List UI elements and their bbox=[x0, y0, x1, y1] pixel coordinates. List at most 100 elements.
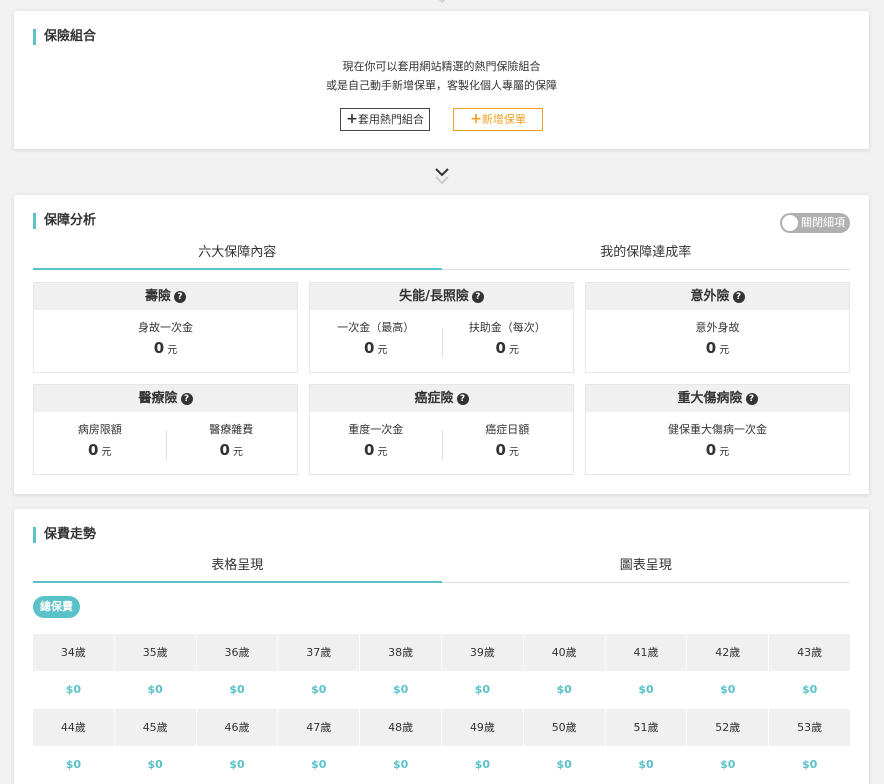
box-title-text: 壽險 bbox=[144, 289, 171, 304]
tab-chart-view[interactable]: 圖表呈現 bbox=[442, 553, 851, 582]
age-cell: 48歲 bbox=[360, 709, 441, 746]
premium-value: $0 bbox=[801, 683, 818, 696]
box-title: 意外險? bbox=[586, 283, 849, 310]
metric-value: 0 bbox=[364, 441, 375, 459]
metric: 健保重大傷病一次金 0元 bbox=[586, 412, 849, 474]
age-cell: 52歲 bbox=[687, 709, 769, 746]
metric-value: 0 bbox=[364, 339, 375, 357]
box-title-text: 失能/長照險 bbox=[399, 289, 469, 304]
premium-value: $0 bbox=[392, 683, 409, 696]
age-cell: 35歲 bbox=[114, 634, 196, 671]
metric-label: 身故一次金 bbox=[138, 321, 193, 334]
add-policy-label: 新增保單 bbox=[481, 113, 526, 126]
disability-insurance-box: 失能/長照險? 一次金（最高） 0元 扶助金（每次） 0元 bbox=[309, 282, 574, 373]
premium-value: $0 bbox=[720, 683, 736, 696]
metric-unit: 元 bbox=[377, 345, 388, 356]
age-cell: 49歲 bbox=[442, 709, 523, 746]
metric: 重度一次金 0元 bbox=[310, 412, 442, 474]
question-icon[interactable]: ? bbox=[471, 290, 484, 303]
metric-value: 0 bbox=[705, 339, 717, 357]
metric: 一次金（最高） 0元 bbox=[310, 310, 442, 372]
plus-icon: + bbox=[346, 111, 358, 127]
question-icon[interactable]: ? bbox=[456, 392, 469, 405]
premium-value: $0 bbox=[65, 683, 82, 696]
premium-value: $0 bbox=[311, 683, 327, 696]
question-icon[interactable]: ? bbox=[174, 290, 186, 303]
metric-label: 重度一次金 bbox=[348, 423, 404, 436]
intro-line-1: 現在你可以套用網站精選的熱門保險組合 bbox=[342, 60, 541, 73]
metric-value: 0 bbox=[153, 339, 165, 357]
box-title: 癌症險? bbox=[310, 385, 573, 412]
premium-value: $0 bbox=[147, 683, 163, 696]
analysis-title: 保障分析 bbox=[33, 213, 96, 229]
age-cell: 47歲 bbox=[278, 709, 360, 746]
metric: 癌症日額 0元 bbox=[441, 412, 574, 474]
metric-unit: 元 bbox=[508, 345, 519, 356]
chevron-down-icon bbox=[438, 0, 446, 4]
metric: 扶助金（每次） 0元 bbox=[441, 310, 574, 372]
metric-value: 0 bbox=[705, 441, 717, 459]
metric: 身故一次金 0元 bbox=[34, 310, 297, 372]
premium-value: $0 bbox=[556, 758, 572, 771]
age-cell: 42歲 bbox=[687, 634, 769, 671]
metric-value: 0 bbox=[495, 339, 506, 357]
accident-insurance-box: 意外險? 意外身故 0元 bbox=[585, 282, 850, 373]
metric: 醫療雜費 0元 bbox=[165, 412, 298, 474]
question-icon[interactable]: ? bbox=[180, 392, 193, 405]
premium-value: $0 bbox=[311, 758, 327, 771]
add-policy-button[interactable]: +新增保單 bbox=[453, 108, 543, 131]
detail-toggle[interactable]: 關閉細項 bbox=[780, 213, 850, 233]
premium-value: $0 bbox=[229, 683, 245, 696]
portfolio-intro: 現在你可以套用網站精選的熱門保險組合 或是自己動手新增保單，客製化個人專屬的保障 bbox=[14, 57, 869, 95]
premium-value: $0 bbox=[474, 758, 491, 771]
question-icon[interactable]: ? bbox=[745, 392, 758, 405]
tab-table-view[interactable]: 表格呈現 bbox=[33, 553, 442, 583]
box-title: 醫療險? bbox=[34, 385, 297, 412]
age-cell: 34歲 bbox=[33, 634, 114, 671]
age-cell: 45歲 bbox=[114, 709, 196, 746]
box-title: 重大傷病險? bbox=[586, 385, 849, 412]
portfolio-card: 保險組合 現在你可以套用網站精選的熱門保險組合 或是自己動手新增保單，客製化個人… bbox=[14, 11, 869, 149]
premium-title: 保費走勢 bbox=[33, 527, 96, 543]
chevron-down-icon bbox=[435, 168, 449, 185]
plus-icon: + bbox=[470, 111, 482, 127]
critical-illness-box: 重大傷病險? 健保重大傷病一次金 0元 bbox=[585, 384, 850, 475]
box-title-text: 意外險 bbox=[690, 289, 730, 304]
age-cell: 46歲 bbox=[196, 709, 278, 746]
total-premium-badge[interactable]: 總保費 bbox=[33, 596, 80, 618]
age-cell: 50歲 bbox=[523, 709, 605, 746]
metric-value: 0 bbox=[219, 441, 230, 459]
box-title: 失能/長照險? bbox=[310, 283, 573, 310]
metric-value: 0 bbox=[88, 441, 99, 459]
intro-line-2: 或是自己動手新增保單，客製化個人專屬的保障 bbox=[326, 79, 557, 92]
tab-coverage-content[interactable]: 六大保障內容 bbox=[33, 240, 442, 270]
metric-unit: 元 bbox=[101, 447, 112, 458]
metric-label: 一次金（最高） bbox=[337, 321, 415, 334]
premium-value: $0 bbox=[556, 683, 572, 696]
box-title-text: 重大傷病險 bbox=[677, 391, 743, 406]
age-cell: 37歲 bbox=[278, 634, 360, 671]
box-title: 壽險? bbox=[34, 283, 297, 310]
age-cell: 51歲 bbox=[605, 709, 687, 746]
metric-label: 病房限額 bbox=[77, 423, 122, 436]
tab-coverage-rate[interactable]: 我的保障達成率 bbox=[442, 240, 851, 269]
analysis-card: 保障分析 關閉細項 六大保障內容 我的保障達成率 壽險? 身故一次金 0元 失能… bbox=[14, 195, 869, 494]
question-icon[interactable]: ? bbox=[732, 290, 745, 303]
metric: 意外身故 0元 bbox=[586, 310, 849, 372]
age-cell: 36歲 bbox=[196, 634, 278, 671]
age-cell: 41歲 bbox=[605, 634, 687, 671]
box-title-text: 癌症險 bbox=[414, 391, 454, 406]
life-insurance-box: 壽險? 身故一次金 0元 bbox=[33, 282, 298, 373]
metric-unit: 元 bbox=[719, 447, 730, 458]
premium-value: $0 bbox=[638, 683, 654, 696]
medical-insurance-box: 醫療險? 病房限額 0元 醫療雜費 0元 bbox=[33, 384, 298, 475]
metric-unit: 元 bbox=[508, 447, 519, 458]
premium-value: $0 bbox=[65, 758, 82, 771]
metric-label: 扶助金（每次） bbox=[468, 321, 546, 334]
premium-row: 44歲 45歲 46歲 47歲 48歲 49歲 50歲 51歲 52歲 53歲 … bbox=[33, 709, 850, 784]
premium-tabs: 表格呈現 圖表呈現 bbox=[33, 553, 850, 583]
analysis-tabs: 六大保障內容 我的保障達成率 bbox=[33, 240, 850, 270]
age-cell: 40歲 bbox=[523, 634, 605, 671]
apply-popular-button[interactable]: +套用熱門組合 bbox=[340, 108, 430, 131]
metric-unit: 元 bbox=[377, 447, 388, 458]
